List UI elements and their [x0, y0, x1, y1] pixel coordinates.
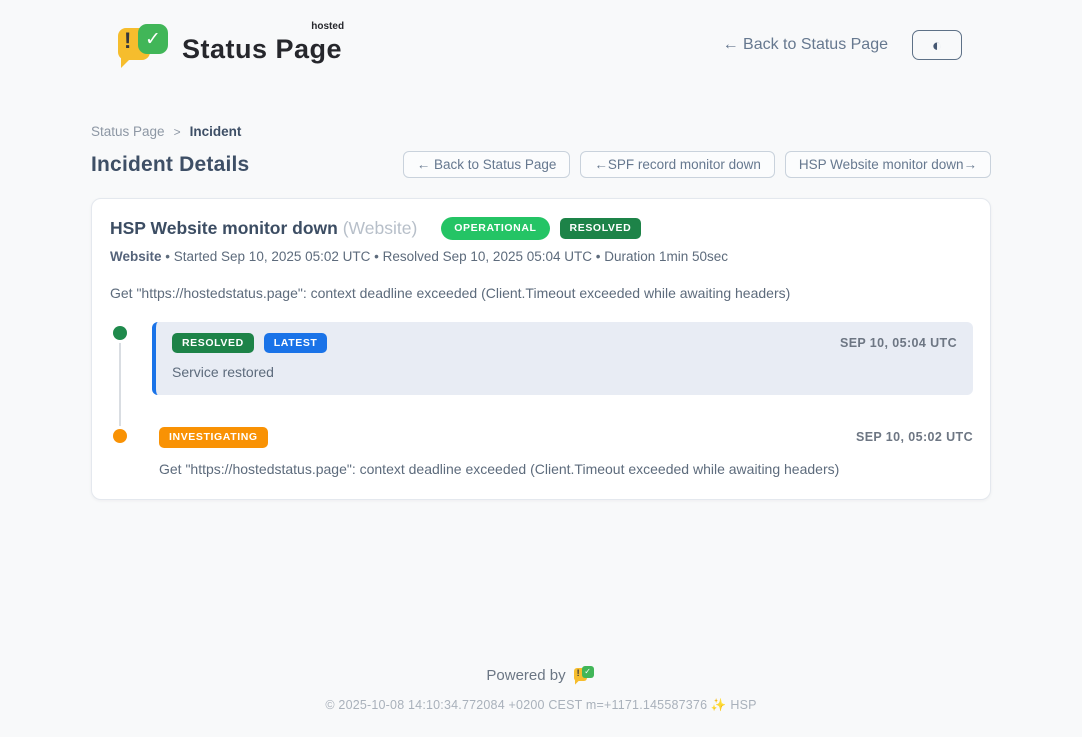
resolved-status-badge: RESOLVED: [172, 333, 254, 354]
powered-by-label: Powered by: [486, 667, 565, 684]
incident-description: Get "https://hostedstatus.page": context…: [110, 285, 973, 301]
next-incident-button[interactable]: HSP Website monitor down→: [785, 151, 991, 178]
timeline-entry-investigating: INVESTIGATING SEP 10, 05:02 UTC Get "htt…: [110, 425, 973, 477]
copyright-text: © 2025-10-08 14:10:34.772084 +0200 CEST …: [0, 698, 1082, 713]
mini-checkmark-icon: ✓: [584, 668, 591, 676]
header-actions: ← Back to Status Page ◐: [723, 30, 962, 60]
investigating-badge: INVESTIGATING: [159, 427, 268, 448]
incident-title-row: HSP Website monitor down (Website) OPERA…: [110, 217, 973, 240]
back-to-status-page-button[interactable]: ← Back to Status Page: [403, 151, 571, 178]
timeline-message: Get "https://hostedstatus.page": context…: [159, 461, 973, 477]
timeline-timestamp: SEP 10, 05:04 UTC: [840, 336, 957, 350]
title-row: Incident Details ← Back to Status Page ←…: [91, 151, 991, 178]
breadcrumb-status-page[interactable]: Status Page: [91, 124, 165, 139]
incident-meta-details: • Started Sep 10, 2025 05:02 UTC • Resol…: [165, 249, 728, 264]
operational-badge: OPERATIONAL: [441, 217, 549, 240]
breadcrumb: Status Page > Incident: [91, 124, 991, 139]
resolved-badge: RESOLVED: [560, 218, 642, 239]
timeline-dot-green: [113, 326, 127, 340]
latest-update-box: RESOLVED LATEST SEP 10, 05:04 UTC Servic…: [152, 322, 973, 396]
brand-name: Status Page: [182, 34, 342, 64]
logo-bubble-tail: [121, 54, 135, 68]
brand-logo[interactable]: ! ✓ Status Page hosted: [118, 22, 342, 68]
incident-badges: OPERATIONAL RESOLVED: [441, 217, 641, 240]
powered-by: Powered by ! ✓: [0, 665, 1082, 685]
incident-name: HSP Website monitor down: [110, 218, 338, 238]
timeline-dot-orange: [113, 429, 127, 443]
timeline-dot-column: [110, 322, 134, 340]
incident-meta: Website • Started Sep 10, 2025 05:02 UTC…: [110, 249, 973, 264]
timeline-message: Service restored: [172, 364, 957, 380]
mini-exclamation-icon: !: [577, 668, 580, 680]
breadcrumb-separator: >: [174, 125, 181, 139]
timeline-dot-column: [110, 425, 134, 443]
powered-by-logo-link[interactable]: ! ✓: [574, 665, 596, 685]
mini-logo-tail: [575, 679, 581, 685]
timeline-entry-header: INVESTIGATING SEP 10, 05:02 UTC: [159, 427, 973, 448]
timeline-entry-plain: INVESTIGATING SEP 10, 05:02 UTC Get "htt…: [152, 425, 973, 477]
timeline-entry-content: INVESTIGATING SEP 10, 05:02 UTC Get "htt…: [152, 425, 973, 477]
exclamation-icon: !: [124, 30, 131, 52]
back-to-status-page-link[interactable]: ← Back to Status Page: [723, 36, 888, 54]
main-content: Status Page > Incident Incident Details …: [91, 124, 991, 500]
incident-nav-buttons: ← Back to Status Page ←SPF record monito…: [403, 151, 991, 178]
page-title: Incident Details: [91, 153, 249, 177]
checkmark-icon: ✓: [145, 30, 161, 49]
timeline-entry-header: RESOLVED LATEST SEP 10, 05:04 UTC: [172, 333, 957, 354]
timeline-timestamp: SEP 10, 05:02 UTC: [856, 430, 973, 444]
status-page-logo-icon: ! ✓: [118, 22, 170, 68]
footer: Powered by ! ✓ © 2025-10-08 14:10:34.772…: [0, 645, 1082, 737]
incident-timeline: RESOLVED LATEST SEP 10, 05:04 UTC Servic…: [110, 322, 973, 477]
header: ! ✓ Status Page hosted ← Back to Status …: [0, 0, 1082, 72]
logo-green-square: ✓: [138, 24, 168, 54]
prev-incident-button[interactable]: ←SPF record monitor down: [580, 151, 775, 178]
incident-title: HSP Website monitor down (Website): [110, 218, 417, 239]
brand-text: Status Page hosted: [182, 22, 342, 65]
latest-badge: LATEST: [264, 333, 328, 354]
timeline-entry-resolved: RESOLVED LATEST SEP 10, 05:04 UTC Servic…: [110, 322, 973, 396]
incident-scope: (Website): [343, 218, 418, 238]
incident-card: HSP Website monitor down (Website) OPERA…: [91, 198, 991, 500]
theme-toggle-button[interactable]: ◐: [912, 30, 962, 60]
timeline-entry-content: RESOLVED LATEST SEP 10, 05:04 UTC Servic…: [152, 322, 973, 396]
mini-logo-green: ✓: [582, 666, 594, 678]
brand-hosted-label: hosted: [311, 21, 344, 32]
breadcrumb-incident: Incident: [190, 124, 242, 139]
contrast-icon: ◐: [932, 37, 942, 54]
incident-service: Website: [110, 249, 162, 264]
